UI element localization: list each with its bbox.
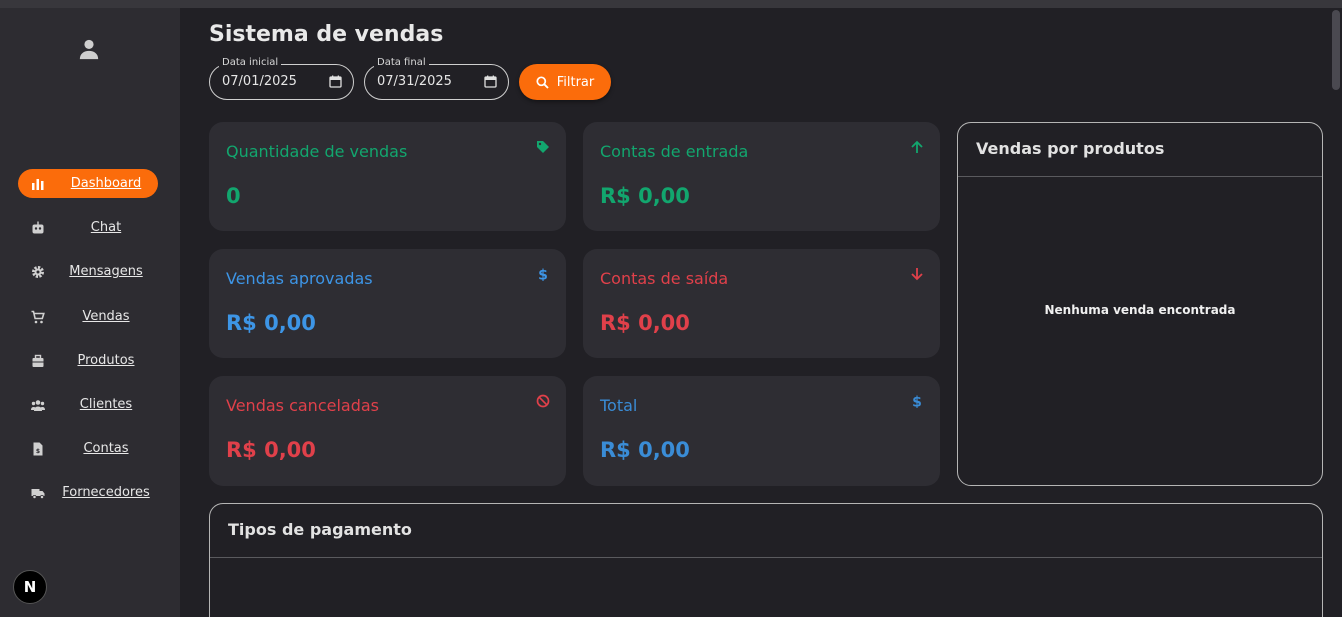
sidebar: Dashboard Chat Mensagens Vendas Produtos xyxy=(0,8,180,617)
sidebar-item-dashboard[interactable]: Dashboard xyxy=(18,169,158,198)
sidebar-item-label: Contas xyxy=(83,441,129,457)
card-label: Contas de saída xyxy=(600,269,729,288)
dollar-icon: $ xyxy=(538,268,548,282)
n-logo-button[interactable]: N xyxy=(13,570,47,604)
products-sales-panel: Vendas por produtos Nenhuma venda encont… xyxy=(957,122,1323,486)
sidebar-item-produtos[interactable]: Produtos xyxy=(18,346,158,375)
card-quantidade-vendas: Quantidade de vendas 0 xyxy=(209,122,566,231)
card-label: Vendas aprovadas xyxy=(226,269,373,288)
truck-icon xyxy=(31,489,45,500)
card-total: Total R$ 0,00 $ xyxy=(583,376,940,486)
cart-icon xyxy=(31,310,45,323)
start-date-field[interactable]: Data inicial 07/01/2025 xyxy=(209,57,354,100)
card-value: 0 xyxy=(226,184,241,208)
card-label: Vendas canceladas xyxy=(226,396,379,415)
svg-text:$: $ xyxy=(36,448,40,455)
start-date-value[interactable]: 07/01/2025 xyxy=(222,74,297,89)
arrow-up-icon xyxy=(911,140,923,153)
page-title: Sistema de vendas xyxy=(209,22,444,47)
card-vendas-aprovadas: Vendas aprovadas R$ 0,00 $ xyxy=(209,249,566,358)
sidebar-item-label: Clientes xyxy=(79,396,133,412)
box-icon xyxy=(32,354,44,367)
window-top-bar xyxy=(0,0,1342,8)
scrollbar-thumb[interactable] xyxy=(1332,10,1340,90)
start-date-label: Data inicial xyxy=(219,57,282,68)
scrollbar[interactable] xyxy=(1330,8,1342,617)
user-avatar-icon[interactable] xyxy=(78,38,100,60)
divider xyxy=(210,557,1322,558)
robot-icon xyxy=(32,221,44,234)
svg-text:$: $ xyxy=(912,395,922,409)
sidebar-item-chat[interactable]: Chat xyxy=(18,213,158,242)
search-icon xyxy=(536,75,549,89)
card-label: Quantidade de vendas xyxy=(226,142,408,161)
calendar-icon[interactable] xyxy=(484,75,497,88)
panel-title: Vendas por produtos xyxy=(976,139,1165,158)
sidebar-item-fornecedores[interactable]: Fornecedores xyxy=(18,478,158,507)
filter-button-label: Filtrar xyxy=(556,74,595,90)
end-date-label: Data final xyxy=(374,57,429,68)
sidebar-item-label: Chat xyxy=(90,220,122,236)
card-vendas-canceladas: Vendas canceladas R$ 0,00 xyxy=(209,376,566,486)
calendar-icon[interactable] xyxy=(329,75,342,88)
bar-chart-icon xyxy=(32,179,44,190)
tag-icon xyxy=(537,141,549,153)
arrow-down-icon xyxy=(911,268,923,281)
card-value: R$ 0,00 xyxy=(600,438,690,462)
empty-state-text: Nenhuma venda encontrada xyxy=(1044,303,1236,317)
sidebar-item-label: Fornecedores xyxy=(62,485,150,501)
divider xyxy=(958,176,1322,177)
card-label: Total xyxy=(600,396,638,415)
sidebar-item-contas[interactable]: $ Contas xyxy=(18,434,158,463)
panel-title: Tipos de pagamento xyxy=(228,520,412,539)
card-value: R$ 0,00 xyxy=(600,184,690,208)
dollar-icon: $ xyxy=(912,395,922,409)
card-contas-saida: Contas de saída R$ 0,00 xyxy=(583,249,940,358)
card-value: R$ 0,00 xyxy=(226,311,316,335)
sidebar-item-label: Vendas xyxy=(82,308,130,324)
invoice-icon: $ xyxy=(33,442,43,456)
card-value: R$ 0,00 xyxy=(226,438,316,462)
card-label: Contas de entrada xyxy=(600,142,749,161)
card-value: R$ 0,00 xyxy=(600,311,690,335)
payment-types-panel: Tipos de pagamento xyxy=(209,503,1323,617)
sidebar-item-label: Produtos xyxy=(77,352,135,368)
users-icon xyxy=(31,400,45,411)
card-contas-entrada: Contas de entrada R$ 0,00 xyxy=(583,122,940,231)
sidebar-item-vendas[interactable]: Vendas xyxy=(18,302,158,331)
gear-icon xyxy=(32,266,44,279)
sidebar-item-label: Mensagens xyxy=(69,264,143,280)
sidebar-nav: Dashboard Chat Mensagens Vendas Produtos xyxy=(18,169,158,523)
end-date-field[interactable]: Data final 07/31/2025 xyxy=(364,57,509,100)
end-date-value[interactable]: 07/31/2025 xyxy=(377,74,452,89)
filter-button[interactable]: Filtrar xyxy=(519,64,611,100)
sidebar-item-label: Dashboard xyxy=(70,176,142,191)
sidebar-item-mensagens[interactable]: Mensagens xyxy=(18,257,158,286)
svg-text:$: $ xyxy=(538,268,548,282)
sidebar-item-clientes[interactable]: Clientes xyxy=(18,390,158,419)
block-icon xyxy=(536,394,550,408)
